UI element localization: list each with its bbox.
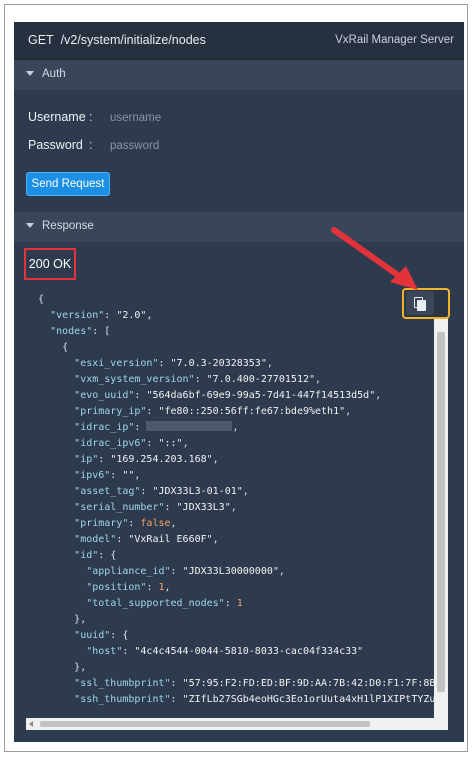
username-colon: :: [89, 110, 93, 124]
code-line: "model": "VxRail E660F",: [74, 534, 219, 545]
code-line: "uuid": {: [74, 630, 129, 641]
vertical-scrollbar[interactable]: [434, 318, 448, 718]
horizontal-scrollbar[interactable]: [26, 718, 448, 730]
password-input[interactable]: [108, 136, 312, 156]
password-label: Password: [28, 138, 83, 152]
response-body[interactable]: { "version": "2.0", "nodes": [ { "esxi_v…: [26, 292, 434, 717]
code-line: "ipv6": "",: [74, 470, 141, 481]
code-line: {: [38, 294, 45, 305]
code-line: "id": {: [74, 550, 117, 561]
username-input[interactable]: [108, 108, 312, 128]
code-line: "position": 1,: [86, 582, 171, 593]
code-line: "version": "2.0",: [50, 310, 153, 321]
code-line: {: [62, 342, 69, 353]
copy-icon-front: [417, 300, 426, 311]
code-line: "esxi_version": "7.0.3-20328353",: [74, 358, 273, 369]
server-name: VxRail Manager Server: [335, 34, 454, 46]
code-line: },: [74, 614, 87, 625]
code-line: },: [74, 662, 87, 673]
code-line: "asset_tag": "JDX33L3-01-01",: [74, 486, 249, 497]
horizontal-scrollbar-thumb[interactable]: [40, 721, 370, 727]
code-line: "ssl_thumbprint": "57:95:F2:FD:ED:BF:9D:…: [74, 678, 434, 689]
response-status: 200 OK: [24, 248, 76, 280]
code-line: "ssh_thumbprint": "ZIfLb27SGb4eoHGc3Eo1o…: [74, 694, 434, 705]
vertical-scrollbar-thumb[interactable]: [437, 332, 445, 692]
code-line: "host": "4c4c4544-0044-5810-8033-cac04f3…: [86, 646, 364, 657]
code-line: "idrac_ipv6": "::",: [74, 438, 189, 449]
triangle-down-icon: [26, 71, 34, 76]
endpoint-path: /v2/system/initialize/nodes: [60, 33, 206, 47]
send-request-button[interactable]: Send Request: [26, 172, 110, 196]
password-colon: :: [89, 138, 93, 152]
endpoint-title: GET /v2/system/initialize/nodes: [28, 33, 206, 47]
http-method: GET: [28, 33, 54, 47]
redacted-value: [146, 421, 233, 431]
api-endpoint-panel: GET /v2/system/initialize/nodes VxRail M…: [14, 22, 464, 742]
response-section-label: Response: [42, 220, 94, 232]
scroll-left-icon[interactable]: [29, 721, 33, 727]
username-label: Username: [28, 110, 86, 124]
code-line: "total_supported_nodes": 1: [86, 598, 243, 609]
code-line: "serial_number": "JDX33L3",: [74, 502, 237, 513]
code-line: "appliance_id": "JDX33L30000000",: [86, 566, 285, 577]
red-arrow-icon: [331, 227, 418, 290]
code-line: "vxm_system_version": "7.0.400-27701512"…: [74, 374, 322, 385]
code-line: "evo_uuid": "564da6bf-69e9-99a5-7d41-447…: [74, 390, 382, 401]
code-line: "primary": false,: [74, 518, 177, 529]
code-line: "primary_ip": "fe80::250:56ff:fe67:bde9%…: [74, 406, 352, 417]
endpoint-header[interactable]: GET /v2/system/initialize/nodes VxRail M…: [14, 22, 464, 60]
code-line: "ip": "169.254.203.168",: [74, 454, 219, 465]
code-line: "nodes": [: [50, 326, 111, 337]
triangle-down-icon: [26, 223, 34, 228]
auth-section-toggle[interactable]: Auth: [14, 60, 464, 90]
auth-section-label: Auth: [42, 68, 66, 80]
code-line: "idrac_ip": ,: [74, 421, 239, 433]
